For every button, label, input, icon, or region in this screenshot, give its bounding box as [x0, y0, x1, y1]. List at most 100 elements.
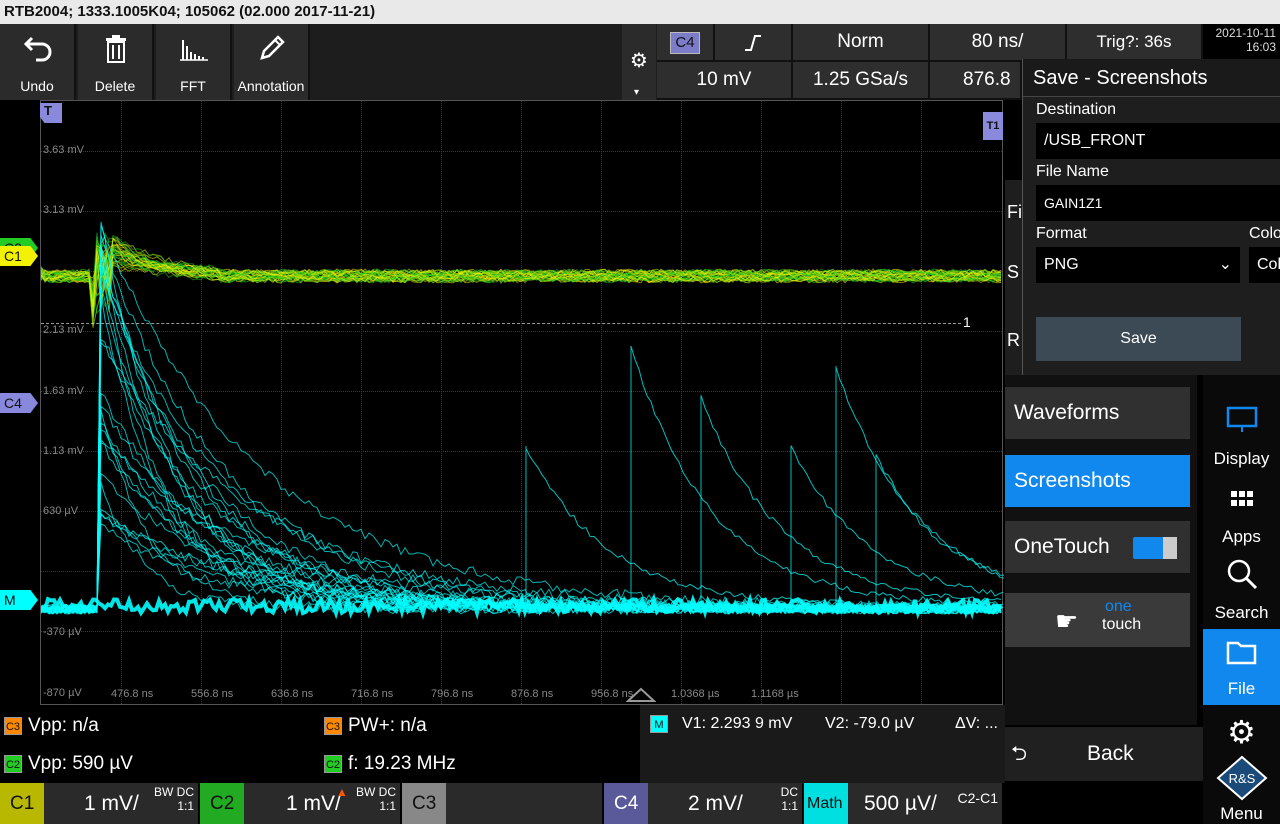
search-button[interactable]: Search	[1203, 553, 1280, 629]
chevron-down-icon: ⌄	[1218, 256, 1232, 273]
math-offset-tag[interactable]: M	[0, 590, 38, 610]
vertical-scale[interactable]: 10 mV	[657, 62, 793, 100]
meas-c2-vpp-value: Vpp: 590 µV	[28, 753, 133, 774]
c3-badge: C3	[324, 716, 342, 735]
apps-grid-icon	[1230, 491, 1253, 506]
rs-logo-icon: R&S	[1215, 755, 1268, 801]
math-trace	[41, 409, 1002, 615]
back-label: Back	[1087, 742, 1134, 765]
file-label: File	[1227, 679, 1256, 698]
trigger-status[interactable]: Trig?: 36s	[1067, 24, 1203, 62]
math-pulse-trace	[875, 454, 1004, 606]
math-trace	[41, 441, 1002, 615]
onetouch-button[interactable]: ☛ one touch	[1005, 593, 1190, 647]
undo-icon	[23, 36, 52, 62]
channel-c1-coupling: BW DC 1:1	[154, 785, 194, 813]
back-button[interactable]: ⮌ Back	[1005, 727, 1203, 781]
channel-math[interactable]: Math 500 µV/ C2-C1	[804, 783, 1004, 824]
fft-label: FFT	[180, 78, 206, 94]
sample-rate[interactable]: 1.25 GSa/s	[793, 62, 930, 100]
search-icon	[1227, 559, 1257, 590]
waveform-display[interactable]: 3.63 mV 3.13 mV 2.13 mV 1.63 mV 1.13 mV …	[40, 100, 1004, 705]
menu-button[interactable]: R&S Menu	[1203, 753, 1280, 824]
right-menu: Display Apps Search File ⚙ R&S Menu	[1203, 375, 1280, 824]
undo-label: Undo	[20, 78, 54, 94]
channel-c4-coupling: DC 1:1	[780, 785, 798, 813]
trigger-source[interactable]: C4	[657, 24, 715, 62]
trigger-level-marker[interactable]: T1	[983, 112, 1003, 140]
format-select[interactable]: PNG ⌄	[1036, 247, 1240, 283]
meas-c3-vpp[interactable]: C3 Vpp: n/a	[4, 715, 99, 737]
svg-text:R&S: R&S	[1228, 771, 1255, 786]
delete-button[interactable]: Delete	[78, 24, 154, 100]
cursor-results[interactable]: M V1: 2.293 9 mV V2: -79.0 µV ΔV: ...	[640, 705, 1005, 783]
menu-screenshots[interactable]: Screenshots	[1005, 455, 1190, 507]
trigger-position-marker[interactable]: T	[40, 103, 62, 123]
channel-c3[interactable]: C3	[402, 783, 604, 824]
math-pulse-trace	[700, 395, 1002, 606]
math-trace	[41, 246, 1002, 615]
dropdown-arrow-icon: ▾	[634, 87, 640, 98]
timebase[interactable]: 80 ns/	[930, 24, 1067, 62]
channel-c4-scale: 2 mV/	[688, 792, 743, 815]
cursor-v2: V2: -79.0 µV	[825, 715, 915, 732]
display-button[interactable]: Display	[1203, 399, 1280, 475]
channel-c2[interactable]: C2 1 mV/ ▲ BW DC 1:1	[200, 783, 402, 824]
channel-c1-name: C1	[0, 783, 44, 824]
filename-field[interactable]: GAIN1Z1	[1036, 185, 1280, 221]
format-label: Format	[1036, 225, 1087, 242]
channel-c2-trigger-icon: ▲	[336, 785, 348, 799]
undo-button[interactable]: Undo	[0, 24, 76, 100]
c4-offset-tag[interactable]: C4	[0, 393, 38, 413]
format-value: PNG	[1044, 256, 1079, 273]
meas-c2-vpp[interactable]: C2 Vpp: 590 µV	[4, 753, 133, 775]
quick-settings-button[interactable]: ⚙ ▾	[622, 24, 656, 100]
peek-text: S	[1007, 262, 1020, 282]
math-pulse-trace	[835, 366, 1004, 606]
channel-c1-scale: 1 mV/	[84, 792, 139, 815]
menu-waveforms[interactable]: Waveforms	[1005, 387, 1190, 439]
menu-label: Menu	[1220, 804, 1263, 823]
fft-icon	[180, 40, 208, 61]
math-badge: M	[650, 715, 668, 733]
dialog-title: Save - Screenshots	[1023, 59, 1280, 97]
annotation-label: Annotation	[237, 78, 305, 94]
date-time: 2021-10-11 16:03	[1196, 26, 1277, 54]
channel-c1[interactable]: C1 1 mV/ BW DC 1:1	[0, 783, 200, 824]
channel-c2-coupling: BW DC 1:1	[356, 785, 396, 813]
destination-label: Destination	[1036, 101, 1117, 118]
apps-button[interactable]: Apps	[1203, 477, 1280, 553]
trigger-slope[interactable]	[715, 24, 793, 62]
folder-icon	[1226, 641, 1256, 665]
channel-c4[interactable]: C4 2 mV/ DC 1:1	[604, 783, 804, 824]
meas-c3-pw-value: PW+: n/a	[348, 715, 427, 736]
fft-button[interactable]: FFT	[156, 24, 232, 100]
color-label: Colo	[1249, 225, 1280, 242]
c1-offset-tag[interactable]: C1	[0, 246, 38, 266]
c2-badge: C2	[4, 754, 22, 773]
color-select[interactable]: Col	[1249, 247, 1280, 283]
save-screenshots-dialog: Save - Screenshots Destination /USB_FRON…	[1022, 59, 1280, 375]
trigger-mode[interactable]: Norm	[793, 24, 930, 62]
onetouch-toggle[interactable]	[1133, 537, 1177, 559]
save-button[interactable]: Save	[1036, 317, 1241, 361]
channel-c2-name: C2	[200, 783, 244, 824]
filename-label: File Name	[1036, 163, 1109, 180]
horizontal-position[interactable]: 876.8 n	[930, 62, 1022, 126]
trash-icon	[106, 35, 126, 63]
meas-c2-freq[interactable]: C2 f: 19.23 MHz	[324, 753, 456, 775]
onetouch-logo-bottom: touch	[1102, 616, 1142, 633]
meas-c2-freq-value: f: 19.23 MHz	[348, 753, 456, 774]
menu-onetouch[interactable]: OneTouch	[1005, 521, 1190, 573]
channel-math-scale: 500 µV/	[864, 792, 937, 815]
destination-field[interactable]: /USB_FRONT	[1036, 123, 1280, 159]
math-trace	[41, 392, 1002, 615]
rising-edge-icon	[745, 35, 761, 51]
math-trace	[41, 438, 1002, 615]
file-button[interactable]: File	[1203, 629, 1280, 705]
apps-label: Apps	[1222, 527, 1261, 546]
horizontal-position-marker[interactable]	[626, 687, 656, 703]
annotation-button[interactable]: Annotation	[234, 24, 310, 100]
cursor-delta-v: ΔV: ...	[955, 715, 998, 732]
meas-c3-pw[interactable]: C3 PW+: n/a	[324, 715, 427, 737]
